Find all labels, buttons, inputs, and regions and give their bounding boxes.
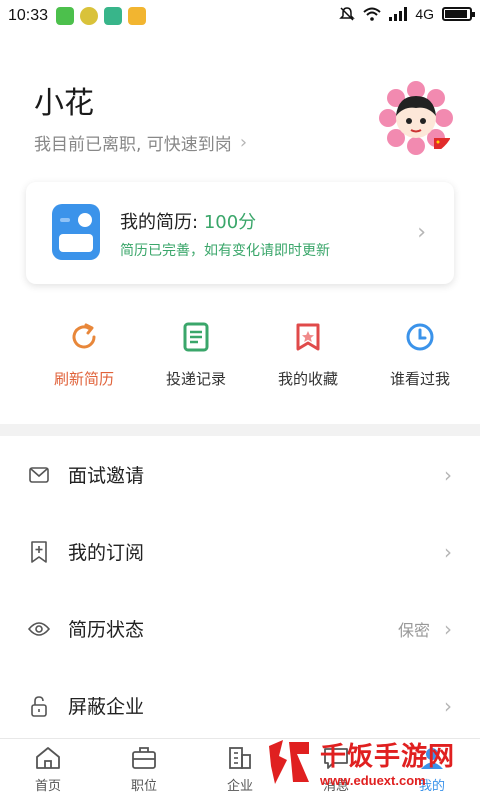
chevron-right-icon: › [239,132,248,153]
nav-label: 首页 [34,779,61,794]
menu-item-interview-invitations[interactable]: 面试邀请 › [0,436,480,513]
watermark-url: www.eduext.com [320,773,426,788]
lock-icon [28,695,50,717]
menu-item-label: 简历状态 [68,619,145,641]
battery-icon [442,7,475,21]
settings-menu: 面试邀请 › 我的订阅 › 简历状态 保密 › 屏蔽企业 › [0,436,480,744]
notification-game-icon [80,7,99,25]
briefcase-icon [130,745,158,771]
network-type: 4G [415,6,434,22]
watermark-title: 千饭手游网 [320,742,456,772]
resume-title: 我的简历: 100分 [120,208,256,234]
action-label: 我的收藏 [277,370,338,388]
resume-icon [52,204,100,260]
nav-label: 职位 [130,779,157,794]
mail-icon [28,464,50,486]
status-time: 10:33 [8,7,49,24]
job-status-text: 我目前已离职, 可快速到岗 [34,135,232,155]
resume-card[interactable]: 我的简历: 100分 简历已完善，如有变化请即时更新 › [26,182,454,284]
action-label: 谁看过我 [389,370,450,388]
document-icon [179,320,213,354]
chevron-right-icon: › [444,462,452,487]
resume-status-value: 保密 [397,620,430,640]
eye-icon [28,618,50,640]
menu-item-label: 面试邀请 [68,465,145,487]
profile-header: 小花 我目前已离职, 可快速到岗 › [0,32,480,172]
clock-icon [403,320,437,354]
action-refresh-resume[interactable]: 刷新简历 [28,320,140,410]
chevron-right-icon: › [444,693,452,718]
job-status-link[interactable]: 我目前已离职, 可快速到岗 › [34,130,247,155]
nav-jobs[interactable]: 职位 [96,739,192,800]
action-who-viewed-me[interactable]: 谁看过我 [364,320,476,410]
quick-actions: 刷新简历 投递记录 我的收藏 谁看过我 [0,320,480,410]
menu-item-label: 我的订阅 [68,542,145,564]
action-delivery-records[interactable]: 投递记录 [140,320,252,410]
nav-home[interactable]: 首页 [0,739,96,800]
building-icon [226,745,254,771]
action-my-favorites[interactable]: 我的收藏 [252,320,364,410]
resume-subtitle: 简历已完善，如有变化请即时更新 [120,243,330,259]
section-divider [0,424,480,436]
notification-app-icon [56,7,75,25]
refresh-icon [67,320,101,354]
action-label: 刷新简历 [53,370,114,388]
chevron-right-icon: › [417,220,426,245]
watermark-logo [262,735,316,789]
resume-score: 100分 [203,212,257,233]
avatar[interactable] [376,78,456,158]
resume-title-label: 我的简历: [120,212,199,233]
wifi-icon [363,7,381,21]
chevron-right-icon: › [444,539,452,564]
notification-folder-icon [128,7,147,25]
status-bar: 10:33 4G [0,0,480,32]
watermark: 千饭手游网 www.eduext.com [262,730,474,794]
signal-icon [389,7,408,21]
menu-item-my-subscriptions[interactable]: 我的订阅 › [0,513,480,590]
home-icon [34,745,62,771]
nav-label: 企业 [226,779,253,794]
user-name: 小花 [34,86,94,121]
mute-icon [339,7,356,21]
menu-item-resume-status[interactable]: 简历状态 保密 › [0,590,480,667]
menu-item-label: 屏蔽企业 [68,696,145,718]
bookmark-star-icon [291,320,325,354]
action-label: 投递记录 [165,370,226,388]
notification-scan-icon [104,7,123,25]
bookmark-plus-icon [28,540,50,563]
chevron-right-icon: › [444,616,452,641]
